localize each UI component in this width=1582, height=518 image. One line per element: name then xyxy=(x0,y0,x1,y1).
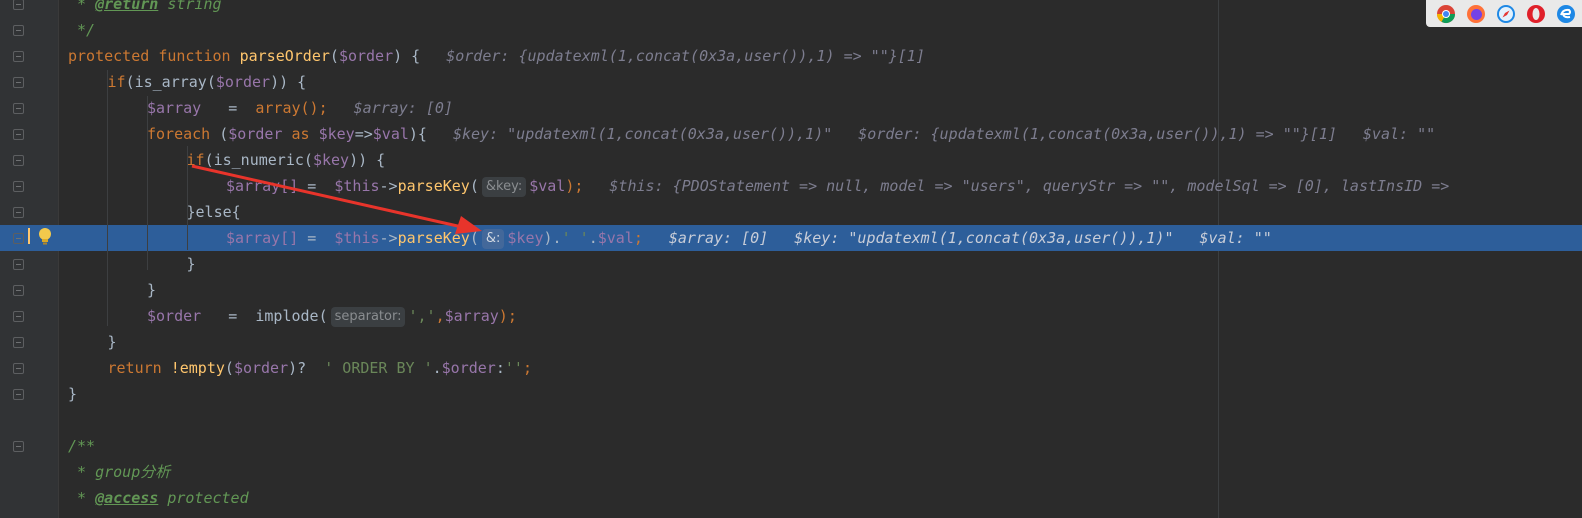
fold-marker-icon[interactable] xyxy=(13,363,24,374)
fold-marker-icon[interactable] xyxy=(13,77,24,88)
fold-marker-icon[interactable] xyxy=(13,25,24,36)
indent-guide xyxy=(187,146,188,250)
indent-guide xyxy=(147,96,148,270)
fold-marker-icon[interactable] xyxy=(13,207,24,218)
fold-marker-icon[interactable] xyxy=(13,181,24,192)
fold-marker-icon[interactable] xyxy=(13,389,24,400)
fold-marker-icon[interactable] xyxy=(13,129,24,140)
fold-marker-icon[interactable] xyxy=(13,285,24,296)
red-annotation-arrow xyxy=(191,164,482,234)
fold-marker-icon[interactable] xyxy=(13,259,24,270)
fold-marker-icon[interactable] xyxy=(13,337,24,348)
fold-marker-icon[interactable] xyxy=(13,0,24,10)
fold-marker-icon[interactable] xyxy=(13,103,24,114)
fold-marker-icon[interactable] xyxy=(13,441,24,452)
fold-marker-icon[interactable] xyxy=(13,311,24,322)
indent-guide xyxy=(107,70,108,326)
fold-marker-icon[interactable] xyxy=(13,51,24,62)
fold-marker-icon[interactable] xyxy=(13,233,24,244)
fold-marker-icon[interactable] xyxy=(13,155,24,166)
